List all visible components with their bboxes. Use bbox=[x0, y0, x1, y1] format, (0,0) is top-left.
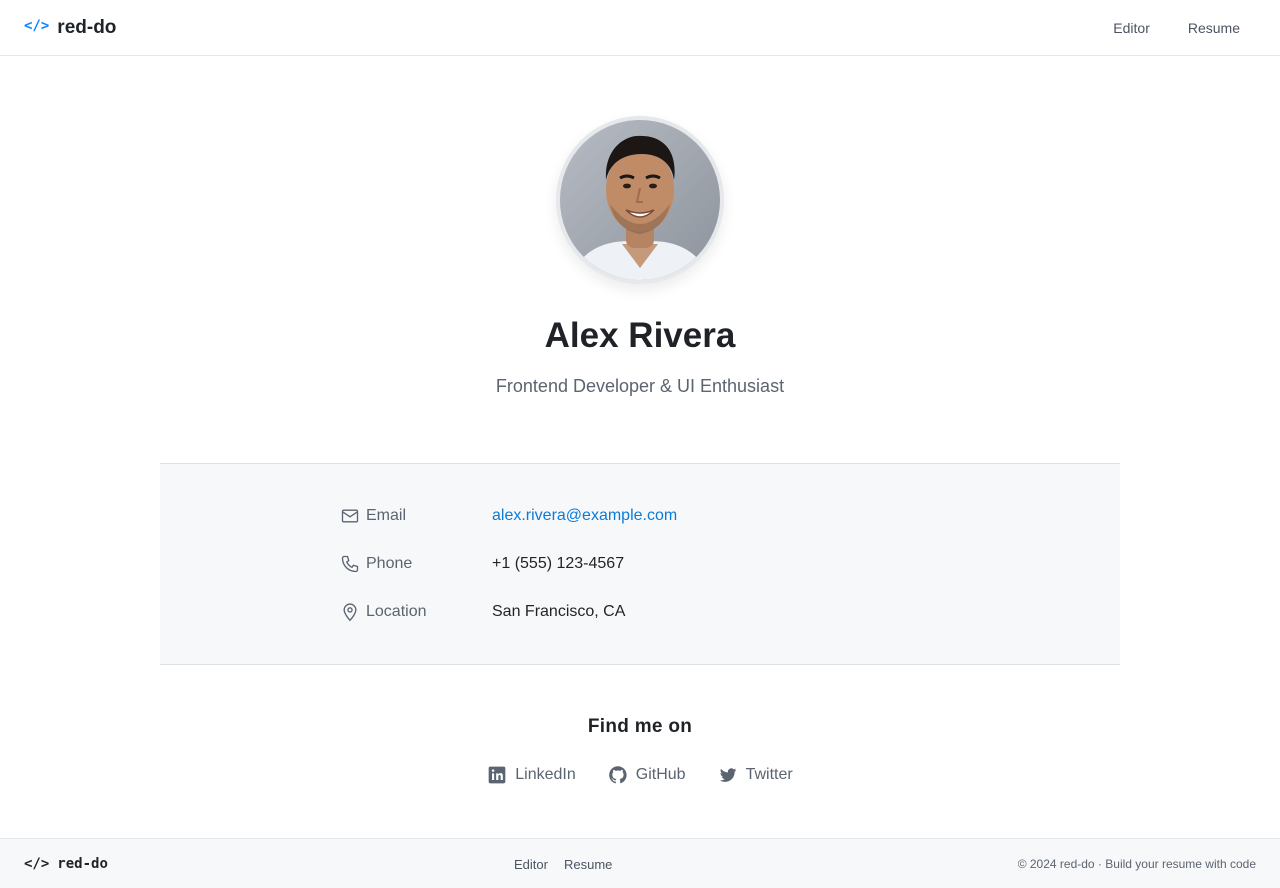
code-icon: </> bbox=[24, 855, 50, 872]
github-label: GitHub bbox=[635, 766, 686, 783]
code-icon: </> bbox=[24, 17, 50, 34]
avatar-portrait bbox=[560, 120, 720, 280]
footer-brand[interactable]: </> red-do bbox=[24, 856, 108, 872]
contact-label-group: Location bbox=[340, 602, 492, 622]
brand-name: red-do bbox=[57, 16, 117, 38]
github-link[interactable]: GitHub bbox=[608, 765, 686, 785]
contact-panel: Email alex.rivera@example.com Phone +1 (… bbox=[160, 463, 1120, 665]
email-link[interactable]: alex.rivera@example.com bbox=[492, 507, 677, 525]
main-nav: Editor Resume bbox=[1075, 20, 1256, 36]
footer-nav: Editor Resume bbox=[514, 839, 612, 888]
social-heading: Find me on bbox=[587, 716, 693, 737]
contact-label-email: Email bbox=[366, 507, 407, 524]
avatar bbox=[556, 116, 724, 284]
linkedin-label: LinkedIn bbox=[515, 766, 576, 783]
page: </> red-do Editor Resume Alex Rivera Fro… bbox=[0, 0, 1280, 888]
contact-label-location: Location bbox=[366, 603, 427, 620]
contact-label-group: Phone bbox=[340, 554, 492, 574]
contact-row-location: Location San Francisco, CA bbox=[340, 600, 940, 624]
footer-link-editor[interactable]: Editor bbox=[514, 857, 548, 872]
social-links: LinkedIn GitHub Twitter bbox=[0, 765, 1280, 785]
contact-row-phone: Phone +1 (555) 123-4567 bbox=[340, 552, 940, 576]
map-pin-icon bbox=[340, 602, 360, 622]
linkedin-link[interactable]: LinkedIn bbox=[487, 765, 576, 785]
phone-value: +1 (555) 123-4567 bbox=[492, 555, 625, 572]
twitter-icon bbox=[718, 765, 738, 785]
contact-row-email: Email alex.rivera@example.com bbox=[340, 504, 940, 528]
nav-link-resume[interactable]: Resume bbox=[1188, 20, 1240, 36]
footer-brand-name: red-do bbox=[57, 855, 108, 872]
github-icon bbox=[608, 765, 628, 785]
contact-label-phone: Phone bbox=[366, 555, 413, 572]
contact-label-group: Email bbox=[340, 506, 492, 526]
copyright-text: © 2024 red-do · Build your resume with c… bbox=[1017, 856, 1256, 871]
twitter-link[interactable]: Twitter bbox=[718, 765, 793, 785]
brand-logo-link[interactable]: </> red-do bbox=[24, 17, 116, 39]
mail-icon bbox=[340, 506, 360, 526]
location-value: San Francisco, CA bbox=[492, 603, 626, 620]
site-footer: </> red-do Editor Resume © 2024 red-do ·… bbox=[0, 838, 1280, 888]
profile-tagline: Frontend Developer & UI Enthusiast bbox=[495, 376, 785, 396]
linkedin-icon bbox=[487, 765, 507, 785]
phone-icon bbox=[340, 554, 360, 574]
footer-link-resume[interactable]: Resume bbox=[564, 857, 612, 872]
profile-name: Alex Rivera bbox=[544, 316, 736, 355]
nav-link-editor[interactable]: Editor bbox=[1113, 20, 1150, 36]
site-header: </> red-do Editor Resume bbox=[0, 0, 1280, 56]
twitter-label: Twitter bbox=[745, 766, 793, 783]
